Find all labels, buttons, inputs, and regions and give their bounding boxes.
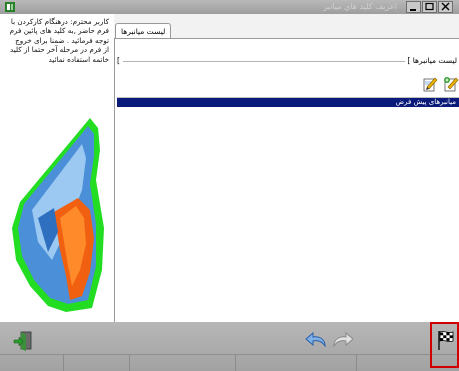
group-bracket: [ [117,56,120,65]
add-icon [444,77,459,92]
main-window: اعريف كليد هاي ميانبر کاربر محترم: درهنگ… [0,0,459,371]
redo-arrow-icon[interactable] [332,331,354,351]
highlight-box [430,322,459,368]
tabs-container: لیست میانبرها [ لیست میانبرها ] میانبرها… [114,14,459,322]
exit-door-icon[interactable] [12,330,34,352]
bottom-toolbar [0,322,459,371]
status-cell [129,355,236,371]
status-cell [235,355,357,371]
close-button[interactable] [438,1,453,13]
tab-body: [ لیست میانبرها ] میانبرهای پیش فرض [114,38,459,322]
edit-button[interactable] [422,75,439,92]
app-icon [5,2,15,12]
instructions-text: کاربر محترم: درهنگام کارکردن با فرم حاضر… [9,17,109,64]
maximize-button[interactable] [422,1,437,13]
decorative-logo-art [12,118,104,312]
title-bar[interactable]: اعريف كليد هاي ميانبر [0,0,459,14]
info-panel: کاربر محترم: درهنگام کارکردن با فرم حاضر… [0,14,114,322]
status-cell [0,355,64,371]
status-cell [63,355,130,371]
undo-arrow-icon[interactable] [305,331,327,351]
add-button[interactable] [442,75,459,92]
group-caption: لیست میانبرها ] [405,56,459,66]
tab-shortcut-list[interactable]: لیست میانبرها [115,23,172,39]
edit-icon [423,77,438,92]
shortcut-list[interactable]: میانبرهای پیش فرض [117,97,459,322]
window-title: اعريف كليد هاي ميانبر [323,2,397,11]
minimize-button[interactable] [406,1,421,13]
list-row-default-shortcuts[interactable]: میانبرهای پیش فرض [117,98,459,107]
